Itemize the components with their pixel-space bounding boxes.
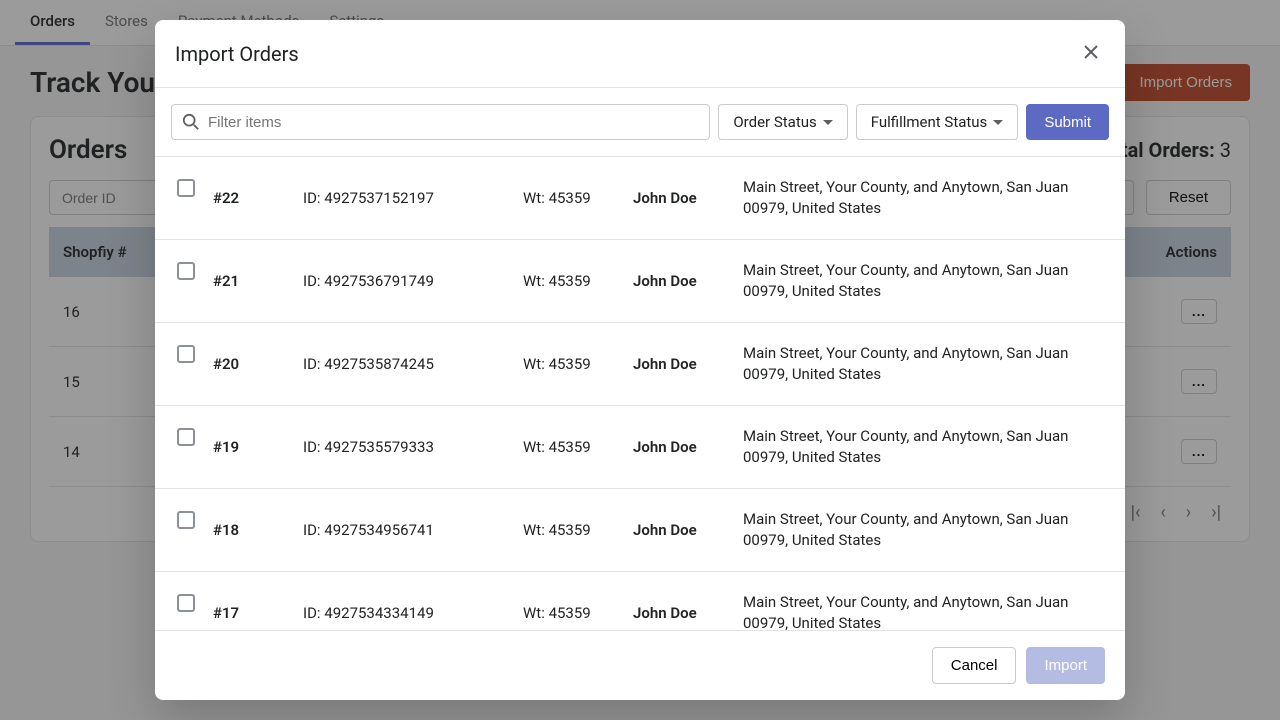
order-row: #20 ID: 4927535874245 Wt: 45359 John Doe Mai… xyxy=(155,323,1125,406)
row-checkbox[interactable] xyxy=(177,179,195,197)
order-weight: Wt: 45359 xyxy=(523,272,623,290)
customer-address: Main Street, Your County, and Anytown, S… xyxy=(743,426,1103,468)
order-row: #17 ID: 4927534334149 Wt: 45359 John Doe Mai… xyxy=(155,572,1125,630)
row-checkbox[interactable] xyxy=(177,594,195,612)
customer-name: John Doe xyxy=(633,438,733,456)
search-icon xyxy=(182,113,200,131)
chevron-down-icon xyxy=(993,120,1003,125)
filter-items-input[interactable] xyxy=(208,114,699,131)
order-number: #17 xyxy=(213,604,293,622)
cancel-button[interactable]: Cancel xyxy=(932,647,1017,684)
order-id: ID: 4927534956741 xyxy=(303,521,513,539)
order-weight: Wt: 45359 xyxy=(523,355,623,373)
order-number: #18 xyxy=(213,521,293,539)
customer-address: Main Street, Your County, and Anytown, S… xyxy=(743,177,1103,219)
row-checkbox[interactable] xyxy=(177,345,195,363)
customer-name: John Doe xyxy=(633,355,733,373)
order-status-dropdown[interactable]: Order Status xyxy=(718,104,847,140)
customer-name: John Doe xyxy=(633,604,733,622)
order-row: #18 ID: 4927534956741 Wt: 45359 John Doe Mai… xyxy=(155,489,1125,572)
row-checkbox[interactable] xyxy=(177,262,195,280)
order-row: #19 ID: 4927535579333 Wt: 45359 John Doe Mai… xyxy=(155,406,1125,489)
order-number: #19 xyxy=(213,438,293,456)
close-button[interactable] xyxy=(1077,38,1105,69)
row-checkbox[interactable] xyxy=(177,511,195,529)
order-id: ID: 4927536791749 xyxy=(303,272,513,290)
order-weight: Wt: 45359 xyxy=(523,521,623,539)
order-weight: Wt: 45359 xyxy=(523,438,623,456)
order-weight: Wt: 45359 xyxy=(523,604,623,622)
order-row: #21 ID: 4927536791749 Wt: 45359 John Doe Mai… xyxy=(155,240,1125,323)
order-id: ID: 4927537152197 xyxy=(303,189,513,207)
close-icon xyxy=(1081,42,1101,62)
order-id: ID: 4927534334149 xyxy=(303,604,513,622)
customer-address: Main Street, Your County, and Anytown, S… xyxy=(743,343,1103,385)
customer-address: Main Street, Your County, and Anytown, S… xyxy=(743,592,1103,630)
order-id: ID: 4927535874245 xyxy=(303,355,513,373)
customer-name: John Doe xyxy=(633,272,733,290)
fulfillment-status-dropdown[interactable]: Fulfillment Status xyxy=(856,104,1019,140)
order-number: #20 xyxy=(213,355,293,373)
customer-name: John Doe xyxy=(633,521,733,539)
modal-title: Import Orders xyxy=(175,42,299,66)
chevron-down-icon xyxy=(823,120,833,125)
submit-button[interactable]: Submit xyxy=(1026,104,1109,140)
row-checkbox[interactable] xyxy=(177,428,195,446)
order-id: ID: 4927535579333 xyxy=(303,438,513,456)
modal-overlay: Import Orders Order Status Fulfillment S… xyxy=(0,0,1280,720)
order-weight: Wt: 45359 xyxy=(523,189,623,207)
customer-address: Main Street, Your County, and Anytown, S… xyxy=(743,260,1103,302)
order-row: #22 ID: 4927537152197 Wt: 45359 John Doe Mai… xyxy=(155,157,1125,240)
order-number: #22 xyxy=(213,189,293,207)
customer-name: John Doe xyxy=(633,189,733,207)
import-button[interactable]: Import xyxy=(1026,647,1105,684)
import-orders-modal: Import Orders Order Status Fulfillment S… xyxy=(155,20,1125,700)
search-input-wrap[interactable] xyxy=(171,104,710,140)
customer-address: Main Street, Your County, and Anytown, S… xyxy=(743,509,1103,551)
order-number: #21 xyxy=(213,272,293,290)
